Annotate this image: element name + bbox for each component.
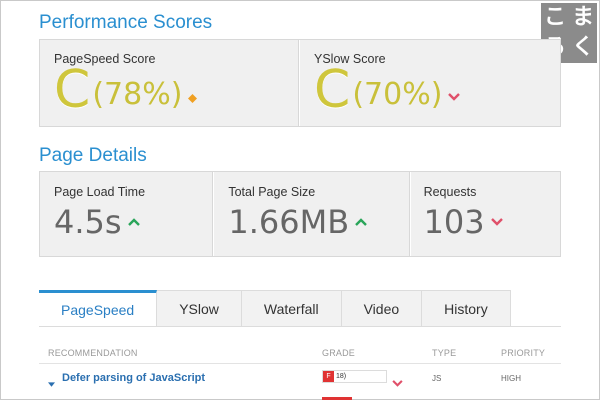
column-header-type[interactable]: TYPE bbox=[432, 348, 456, 358]
chevron-down-icon bbox=[490, 218, 503, 226]
tab-video[interactable]: Video bbox=[341, 290, 423, 327]
requests-value: 103 bbox=[423, 203, 485, 241]
chevron-up-icon bbox=[127, 218, 140, 226]
performance-scores-panel: PageSpeed Score C (78%) YSlow Score C (7… bbox=[39, 39, 561, 127]
requests-card: Requests 103 bbox=[410, 172, 560, 256]
performance-scores-title: Performance Scores bbox=[39, 12, 213, 33]
tab-yslow[interactable]: YSlow bbox=[157, 290, 242, 327]
diamond-icon bbox=[188, 94, 198, 103]
pagespeed-score-card: PageSpeed Score C (78%) bbox=[40, 40, 300, 126]
pagespeed-percent: (78%) bbox=[92, 77, 183, 112]
total-page-size-label: Total Page Size bbox=[228, 185, 316, 199]
chevron-down-icon bbox=[448, 93, 461, 101]
row-priority: HIGH bbox=[501, 374, 521, 383]
grade-score: 18) bbox=[336, 373, 347, 380]
column-header-grade[interactable]: GRADE bbox=[322, 348, 355, 358]
logo-char: ま bbox=[571, 5, 594, 30]
tab-waterfall[interactable]: Waterfall bbox=[241, 290, 342, 327]
page-load-time-label: Page Load Time bbox=[54, 185, 146, 199]
page-load-time-value: 4.5s bbox=[54, 203, 122, 241]
grade-letter-badge: F bbox=[323, 371, 334, 382]
logo-char: く bbox=[571, 35, 594, 60]
column-header-priority[interactable]: PRIORITY bbox=[501, 348, 545, 358]
tab-pagespeed[interactable]: PageSpeed bbox=[39, 290, 158, 327]
requests-label: Requests bbox=[423, 185, 477, 199]
chevron-up-icon bbox=[355, 218, 367, 226]
total-page-size-value: 1.66MB bbox=[228, 203, 350, 241]
yslow-grade: C bbox=[314, 60, 351, 120]
total-page-size-card: Total Page Size 1.66MB bbox=[214, 172, 411, 256]
page-details-title: Page Details bbox=[39, 145, 147, 166]
tab-history[interactable]: History bbox=[422, 290, 511, 327]
logo-char: こ bbox=[543, 5, 566, 30]
chevron-down-icon bbox=[392, 374, 403, 392]
row-type: JS bbox=[432, 374, 442, 383]
yslow-percent: (70%) bbox=[352, 77, 443, 112]
pagespeed-grade: C bbox=[54, 60, 91, 120]
yslow-score-label: YSlow Score bbox=[314, 52, 386, 66]
recommendation-defer-js[interactable]: Defer parsing of JavaScript bbox=[62, 372, 205, 384]
page-load-time-card: Page Load Time 4.5s bbox=[40, 172, 215, 256]
grade-bar: F 18) bbox=[322, 370, 387, 383]
yslow-score-card: YSlow Score C (70%) bbox=[300, 40, 560, 126]
table-header-divider bbox=[39, 363, 561, 364]
caret-down-icon[interactable] bbox=[48, 374, 55, 392]
pagespeed-score-label: PageSpeed Score bbox=[54, 52, 156, 66]
tab-divider bbox=[39, 326, 561, 327]
column-header-recommendation[interactable]: RECOMMENDATION bbox=[48, 348, 138, 358]
report-tabs: PageSpeed YSlow Waterfall Video History bbox=[39, 290, 511, 327]
page-details-panel: Page Load Time 4.5s Total Page Size 1.66… bbox=[39, 171, 561, 257]
